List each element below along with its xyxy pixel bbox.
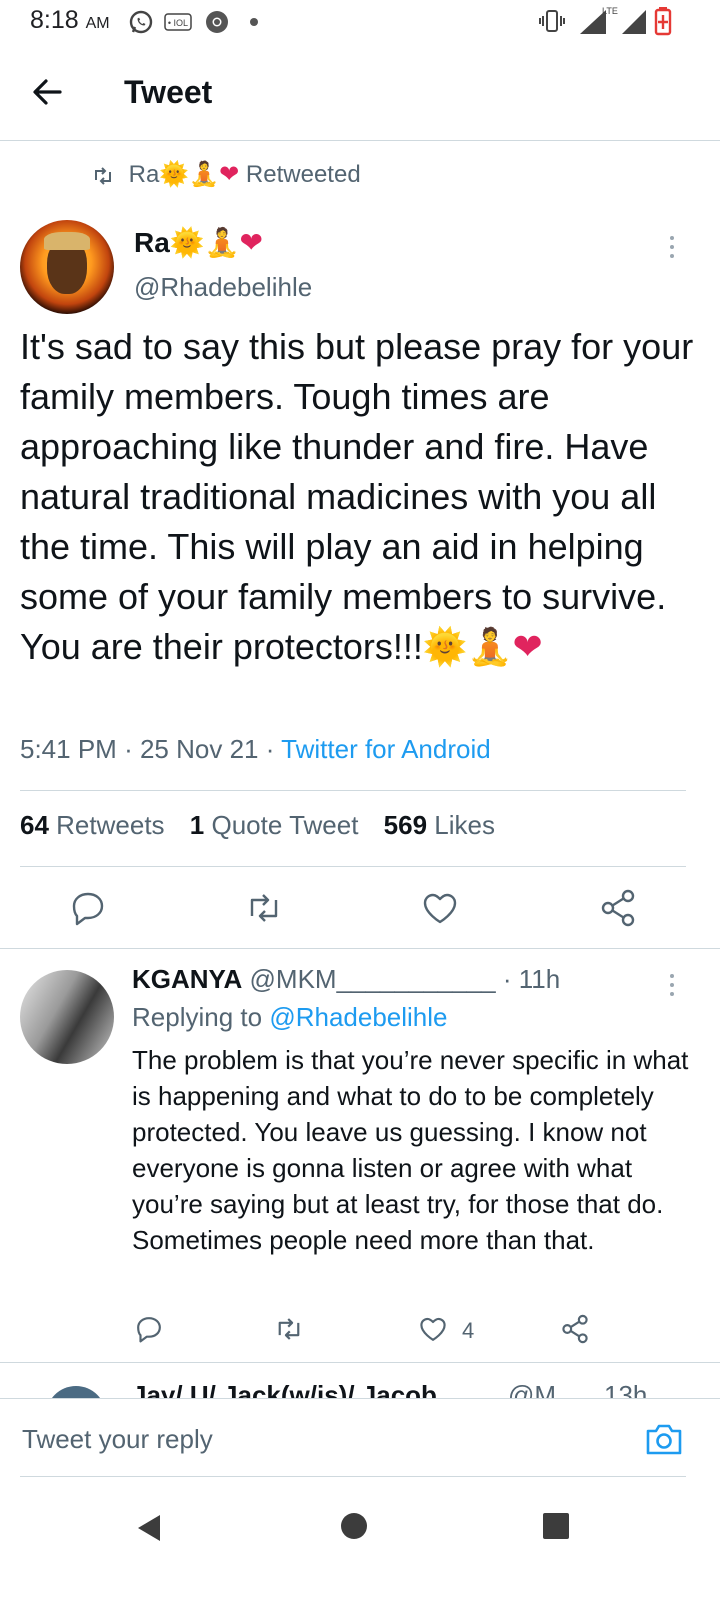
tweet-stats: 64 Retweets 1 Quote Tweet 569 Likes [20, 810, 495, 841]
meditation-emoji-icon: 🧘 [189, 161, 220, 188]
tweet-client-link[interactable]: Twitter for Android [281, 734, 491, 764]
signal-icon [622, 10, 646, 34]
system-nav-bar [0, 1480, 720, 1600]
tweet-actions [0, 880, 720, 940]
retweet-icon[interactable] [242, 886, 286, 930]
replying-to: Replying to @Rhadebelihle [132, 1002, 448, 1032]
like-icon[interactable] [418, 886, 462, 930]
tweet-date: 25 Nov 21 [139, 734, 259, 764]
heart-emoji-icon: ❤ [512, 626, 543, 667]
camera-icon[interactable] [644, 1419, 684, 1459]
author-handle[interactable]: @Rhadebelihle [134, 272, 312, 303]
reply-composer [0, 1398, 720, 1479]
divider [0, 948, 720, 949]
app-header: Tweet [0, 44, 720, 141]
meditation-emoji-icon: 🧘 [204, 227, 240, 258]
retweeted-label: Retweeted [245, 161, 361, 188]
tweet-meta: 5:41 PM · 25 Nov 21 · Twitter for Androi… [20, 734, 491, 764]
sun-emoji-icon: 🌞 [169, 227, 205, 258]
reply-author-handle[interactable]: @MKM___________ [250, 964, 496, 994]
author-name[interactable]: Ra🌞🧘❤ [134, 226, 263, 259]
nav-back-icon[interactable] [132, 1512, 164, 1544]
likes-stat[interactable]: 569 Likes [384, 810, 495, 840]
meditation-emoji-icon: 🧘 [467, 626, 513, 667]
tweet-time: 5:41 PM [20, 734, 117, 764]
iol-icon: • IOL [164, 13, 192, 31]
chrome-icon [206, 11, 228, 33]
retweet-icon [95, 166, 111, 185]
battery-charging-icon [654, 7, 672, 36]
retweeted-by[interactable]: Ra🌞🧘❤ Retweeted [92, 160, 361, 194]
reply-actions [0, 1306, 720, 1356]
status-bar: 8:18 AM • IOL LTE [0, 0, 720, 44]
tweet-text: It's sad to say this but please pray for… [20, 326, 694, 667]
replying-to-handle[interactable]: @Rhadebelihle [269, 1002, 447, 1032]
heart-emoji-icon: ❤ [219, 161, 240, 188]
svg-text:• IOL: • IOL [168, 18, 188, 28]
divider [20, 790, 686, 791]
nav-home-icon[interactable] [340, 1512, 368, 1540]
reply-avatar[interactable] [20, 970, 114, 1064]
arrow-left-icon[interactable] [28, 74, 68, 110]
author-avatar[interactable] [20, 220, 114, 314]
status-time: 8:18 AM [30, 6, 110, 34]
sun-emoji-icon: 🌞 [159, 161, 190, 188]
lte-signal-icon: LTE [576, 6, 624, 36]
sun-emoji-icon: 🌞 [422, 626, 468, 667]
next-reply-peek[interactable]: Jay/ U/ Jack(w/is)/ Jacob @M 13h [0, 1376, 720, 1398]
notification-dot-icon [250, 18, 258, 26]
divider [0, 1362, 720, 1363]
divider [20, 866, 686, 867]
reply-author-name[interactable]: KGANYA [132, 964, 242, 994]
retweet-icon[interactable] [272, 1312, 306, 1346]
retweeter-name: Ra [128, 161, 160, 188]
divider [20, 1476, 686, 1477]
whatsapp-icon [129, 10, 153, 34]
reply-text: The problem is that you’re never specifi… [132, 1045, 689, 1255]
reply-header: KGANYA @MKM___________ · 11h [132, 964, 560, 995]
page-title: Tweet [124, 74, 213, 110]
reply-more-options-icon[interactable] [668, 974, 676, 1001]
reply-icon[interactable] [132, 1312, 166, 1346]
reply-icon[interactable] [66, 886, 110, 930]
like-icon[interactable] [416, 1312, 450, 1346]
reply-like-count: 4 [462, 1318, 475, 1343]
heart-emoji-icon: ❤ [239, 227, 264, 258]
quotes-stat[interactable]: 1 Quote Tweet [190, 810, 359, 840]
more-options-icon[interactable] [668, 236, 676, 263]
share-icon[interactable] [558, 1312, 592, 1346]
share-icon[interactable] [596, 886, 640, 930]
nav-recents-icon[interactable] [542, 1512, 570, 1540]
reply-time: · 11h [502, 964, 561, 994]
reply-input[interactable] [20, 1413, 624, 1465]
vibrate-icon [539, 10, 565, 32]
retweets-stat[interactable]: 64 Retweets [20, 810, 165, 840]
